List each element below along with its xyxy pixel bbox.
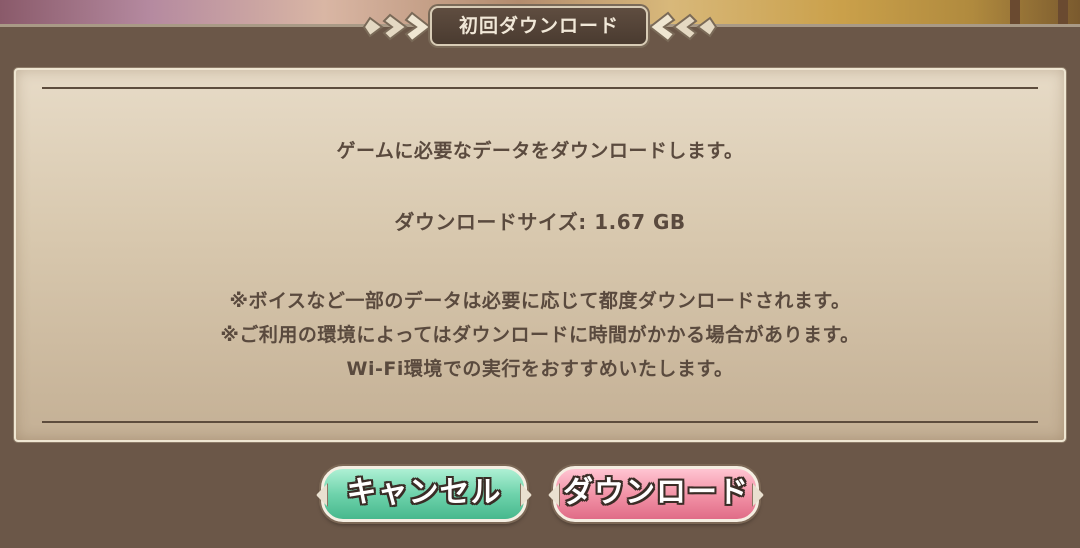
cancel-button[interactable]: キャンセル: [316, 466, 532, 522]
ornament-wing-icon: [362, 11, 432, 43]
ornament-wing-icon: [648, 11, 718, 43]
note-download-time: ※ご利用の環境によってはダウンロードに時間がかかる場合があります。: [220, 324, 860, 346]
dialog-title: 初回ダウンロード: [430, 6, 648, 46]
message-main: ゲームに必要なデータをダウンロードします。: [336, 140, 744, 162]
cancel-button-label: キャンセル: [346, 475, 502, 510]
download-size-text: ダウンロードサイズ: 1.67 GB: [394, 210, 686, 234]
note-voice-data: ※ボイスなど一部のデータは必要に応じて都度ダウンロードされます。: [229, 290, 851, 312]
divider-bottom: [42, 421, 1038, 423]
divider-top: [42, 87, 1038, 89]
download-button[interactable]: ダウンロード: [548, 466, 764, 522]
download-dialog-screen: 初回ダウンロード ゲームに必要なデータをダウンロードします。 ダウンロードサイズ…: [0, 0, 1080, 548]
note-wifi-recommendation: Wi-Fi環境での実行をおすすめいたします。: [346, 358, 734, 380]
download-button-label: ダウンロード: [563, 475, 749, 510]
dialog-content-panel: ゲームに必要なデータをダウンロードします。 ダウンロードサイズ: 1.67 GB…: [14, 68, 1066, 442]
